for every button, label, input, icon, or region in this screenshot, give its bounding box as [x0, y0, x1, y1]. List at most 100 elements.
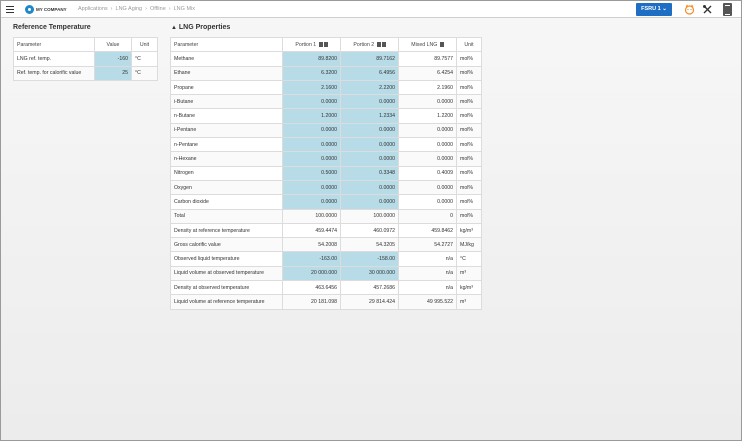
portion-2-cell[interactable]: 0.0000	[340, 151, 399, 167]
mixed-lng-label: Mixed LNG	[411, 41, 438, 48]
mixed-lng-cell: 0.0000	[398, 194, 457, 210]
param-cell: i-Butane	[170, 94, 283, 110]
portion-2-cell[interactable]: 0.0000	[340, 137, 399, 153]
breadcrumb-offline[interactable]: Offline	[150, 6, 166, 12]
portion-2-cell[interactable]: 2.2200	[340, 79, 399, 96]
unit-cell: mol%	[456, 51, 482, 67]
breadcrumb: Applications › LNG Aging › Offline › LNG Mix	[78, 6, 195, 12]
table-row: Nitrogen 0.5000 0.3348 0.4009 mol%	[170, 165, 482, 181]
calorific-ref-temp-input[interactable]: 25	[94, 65, 132, 81]
mixed-lng-cell: 1.2200	[398, 108, 457, 124]
column-header-unit: Unit	[456, 36, 482, 53]
param-cell: n-Hexane	[170, 151, 283, 167]
copy-icon[interactable]	[376, 41, 381, 47]
portion-1-cell[interactable]: 0.0000	[282, 137, 341, 153]
company-logo-icon	[25, 5, 34, 14]
table-header-row: Parameter Portion 1 Portion 2 Mixed LNG …	[170, 36, 482, 53]
param-cell: Liquid volume at reference temperature	[170, 294, 283, 310]
table-row: LNG ref. temp. -160 °C	[13, 51, 158, 67]
table-header-row: Parameter Value Unit	[13, 36, 158, 53]
portion-1-cell[interactable]: 0.0000	[282, 122, 341, 139]
column-header-portion-1: Portion 1	[282, 36, 341, 53]
param-cell: i-Pentane	[170, 122, 283, 139]
portion-1-cell[interactable]: 0.0000	[282, 194, 341, 210]
portion-2-cell[interactable]: 0.0000	[340, 194, 399, 210]
portion-1-label: Portion 1	[295, 41, 317, 48]
table-row: Liquid volume at observed temperature 20 …	[170, 265, 482, 282]
portion-2-cell[interactable]: -158.00	[340, 251, 399, 267]
breadcrumb-lng-aging[interactable]: LNG Aging	[116, 6, 143, 12]
portion-1-cell[interactable]: 0.5000	[282, 165, 341, 181]
param-cell: Ethane	[170, 65, 283, 81]
param-cell: Total	[170, 208, 283, 224]
unit-cell: kg/m³	[456, 222, 482, 239]
table-row: Liquid volume at reference temperature 20…	[170, 294, 482, 310]
lng-properties-table: Parameter Portion 1 Portion 2 Mixed LNG …	[170, 36, 482, 310]
portion-1-cell[interactable]: 0.0000	[282, 94, 341, 110]
unit-cell: °C	[456, 251, 482, 267]
document-icon[interactable]	[723, 3, 732, 16]
mixed-lng-cell: 54.2727	[398, 237, 457, 253]
top-bar: MY COMPANY Applications › LNG Aging › Offlin…	[1, 1, 741, 18]
portion-1-cell[interactable]: -163.00	[282, 251, 341, 267]
portion-2-cell[interactable]: 0.0000	[340, 94, 399, 110]
unit-cell: MJ/kg	[456, 237, 482, 253]
app-window: MY COMPANY Applications › LNG Aging › Offlin…	[0, 0, 742, 441]
portion-1-cell[interactable]: 6.3200	[282, 65, 341, 81]
copy-icon[interactable]	[318, 41, 323, 47]
paste-icon[interactable]	[381, 41, 386, 47]
param-cell: Methane	[170, 51, 283, 67]
mixed-lng-cell: n/a	[398, 265, 457, 282]
table-row: n-Butane 1.2000 1.2334 1.2200 mol%	[170, 108, 482, 124]
portion-2-cell[interactable]: 30 000.000	[340, 265, 399, 282]
param-cell: Carbon dioxide	[170, 194, 283, 210]
paste-icon[interactable]	[323, 41, 328, 47]
mixed-lng-cell: 49 995.522	[398, 294, 457, 310]
flame-icon: ▲	[171, 25, 177, 31]
unit-cell: mol%	[456, 137, 482, 153]
param-cell: Density at observed temperature	[170, 280, 283, 296]
mixed-lng-cell: 0.0000	[398, 137, 457, 153]
portion-1-cell: 100.0000	[282, 208, 341, 224]
portion-1-cell: 463.6456	[282, 280, 341, 296]
portion-1-cell[interactable]: 1.2000	[282, 108, 341, 124]
column-header-unit: Unit	[131, 36, 158, 53]
fsru-select-button[interactable]: FSRU 1 ⌄	[636, 3, 672, 16]
portion-1-cell[interactable]: 20 000.000	[282, 265, 341, 282]
portion-2-cell[interactable]: 1.2334	[340, 108, 399, 124]
mixed-lng-cell: 0.4009	[398, 165, 457, 181]
unit-cell: °C	[131, 51, 158, 67]
unit-cell: mol%	[456, 179, 482, 196]
portion-2-cell[interactable]: 0.3348	[340, 165, 399, 181]
mixed-lng-cell: 0.0000	[398, 179, 457, 196]
mixed-lng-cell: 6.4254	[398, 65, 457, 81]
portion-1-cell: 20 181.098	[282, 294, 341, 310]
table-row: Methane 89.8200 89.7162 89.7577 mol%	[170, 51, 482, 67]
portion-1-cell[interactable]: 2.1600	[282, 79, 341, 96]
portion-2-cell: 460.0972	[340, 222, 399, 239]
portion-2-cell[interactable]: 6.4956	[340, 65, 399, 81]
table-row: Observed liquid temperature -163.00 -158.0…	[170, 251, 482, 267]
portion-2-cell[interactable]: 89.7162	[340, 51, 399, 67]
breadcrumb-applications[interactable]: Applications	[78, 6, 108, 12]
unit-cell: mol%	[456, 122, 482, 139]
portion-1-cell[interactable]: 0.0000	[282, 151, 341, 167]
mixed-lng-cell: 459.8462	[398, 222, 457, 239]
table-row: i-Pentane 0.0000 0.0000 0.0000 mol%	[170, 122, 482, 139]
breadcrumb-lng-mix: LNG Mix	[173, 6, 195, 12]
portion-1-cell[interactable]: 89.8200	[282, 51, 341, 67]
portion-2-cell[interactable]: 0.0000	[340, 179, 399, 196]
menu-icon[interactable]	[6, 6, 14, 13]
column-header-mixed-lng: Mixed LNG	[398, 36, 457, 53]
lng-ref-temp-input[interactable]: -160	[94, 51, 132, 67]
copy-icon[interactable]	[439, 41, 444, 47]
portion-2-cell: 457.2686	[340, 280, 399, 296]
unit-cell: mol%	[456, 94, 482, 110]
portion-2-cell[interactable]: 0.0000	[340, 122, 399, 139]
reference-temperature-title: Reference Temperature	[13, 24, 91, 31]
portion-1-cell[interactable]: 0.0000	[282, 179, 341, 196]
portion-1-cell: 54.2008	[282, 237, 341, 253]
tools-icon[interactable]	[702, 4, 713, 15]
table-row: Ref. temp. for calorific value 25 °C	[13, 65, 158, 81]
face-icon[interactable]	[684, 4, 695, 15]
